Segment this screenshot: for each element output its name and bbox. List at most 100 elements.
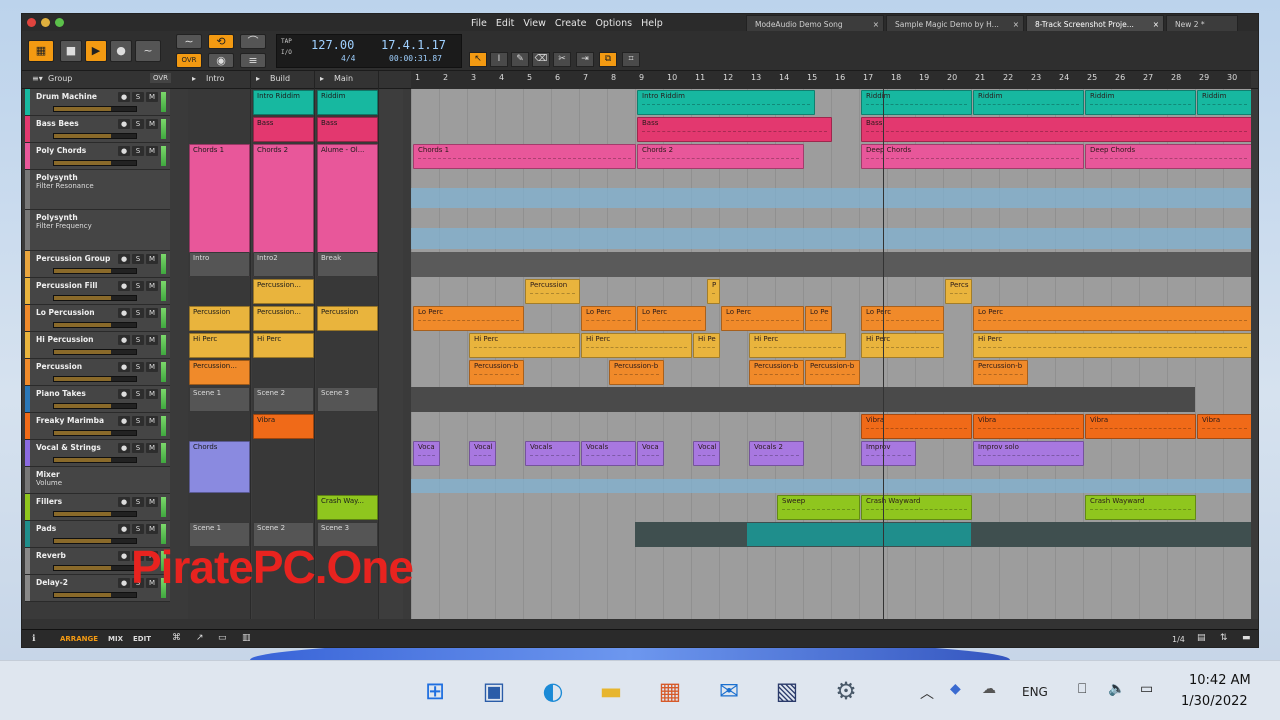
launcher-clip[interactable]: Intro Riddim [253,90,314,115]
arrangement-clip[interactable]: Percussion-b [749,360,804,385]
mute-button[interactable]: M [146,524,158,534]
mix-tab[interactable]: MIX [108,635,123,643]
time-signature[interactable]: 4/4 [341,54,355,63]
file-explorer-icon[interactable]: ▬ [595,675,627,707]
launcher-clip[interactable]: Scene 3 [317,387,378,412]
arrangement-clip[interactable]: Lo Pe [805,306,832,331]
launcher-clip[interactable]: Percussion [317,306,378,331]
arrangement-clip[interactable]: Crash Wayward [1085,495,1196,520]
arrangement-clip[interactable]: Crash Wayward [861,495,972,520]
launcher-clip[interactable]: Intro2 [253,252,314,277]
automation-icon[interactable]: ↗ [196,633,204,643]
volume-fader[interactable] [53,592,137,598]
arrangement-clip[interactable]: Hi Perc [861,333,944,358]
scene-header-build[interactable]: ▸ Build [252,71,315,89]
volume-fader[interactable] [53,538,137,544]
overdub-button[interactable]: OVR [176,53,202,68]
arrangement-clip[interactable]: Vocal [693,441,720,466]
record-arm-button[interactable]: ● [118,389,130,399]
snap-settings-icon[interactable]: ⇥ [576,52,594,67]
security-shield-icon[interactable]: ◆ [950,681,961,697]
volume-fader[interactable] [53,403,137,409]
header-ovr-button[interactable]: OVR [150,73,172,83]
arrangement-clip[interactable]: Voca [637,441,664,466]
group-summary-lane[interactable] [411,252,1251,277]
arrangement-clip[interactable]: Vocals [581,441,636,466]
arrangement-clip[interactable]: Sweep [777,495,860,520]
mixer-icon[interactable]: ▦ [28,40,54,62]
arrangement-clip[interactable]: Percussion [525,279,580,304]
settings-gear-icon[interactable]: ⚙ [830,675,862,707]
record-arm-button[interactable]: ● [118,416,130,426]
launcher-clip[interactable]: Chords [189,441,250,493]
arrangement-clip[interactable]: Chords 2 [637,144,804,169]
arrangement-clip[interactable]: Lo Perc [637,306,706,331]
solo-button[interactable]: S [132,119,144,129]
browser-icon[interactable]: ⌘ [172,633,181,643]
arrangement-clip[interactable]: Riddim [973,90,1084,115]
solo-button[interactable]: S [132,92,144,102]
track-header[interactable]: Poly Chords ● S M [25,143,170,170]
automation-lane[interactable] [411,228,1251,249]
solo-button[interactable]: S [132,443,144,453]
volume-fader[interactable] [53,295,137,301]
page-icon[interactable]: ▤ [1197,633,1206,643]
solo-button[interactable]: S [132,524,144,534]
volume-fader[interactable] [53,349,137,355]
solo-button[interactable]: S [132,416,144,426]
solo-button[interactable]: S [132,146,144,156]
arrangement-clip[interactable]: Vocals [525,441,580,466]
arrangement-clip[interactable]: Lo Perc [581,306,636,331]
tempo-value[interactable]: 127.00 [311,38,354,52]
mute-button[interactable]: M [146,335,158,345]
arrangement-clip[interactable]: Percussion-b [609,360,664,385]
record-arm-button[interactable]: ● [118,551,130,561]
automation-lane[interactable] [411,188,1251,208]
record-arm-button[interactable]: ● [118,578,130,588]
track-header[interactable]: Mixer Volume [25,467,170,494]
automation-lane[interactable] [411,479,1251,493]
arrangement-clip[interactable]: Vibra [973,414,1084,439]
track-header[interactable]: Piano Takes ● S M [25,386,170,413]
zoom-level[interactable]: 1/4 [1172,635,1185,644]
eraser-tool-icon[interactable]: ⌫ [532,52,550,67]
mute-button[interactable]: M [146,119,158,129]
arrangement-clip[interactable]: Percussion-b [973,360,1028,385]
arrangement-clip[interactable]: Intro Riddim [637,90,816,115]
mute-button[interactable]: M [146,443,158,453]
mute-button[interactable]: M [146,308,158,318]
solo-button[interactable]: S [132,308,144,318]
track-header[interactable]: Polysynth Filter Resonance [25,170,170,210]
record-arm-button[interactable]: ● [118,254,130,264]
time-select-tool-icon[interactable]: I [490,52,508,67]
language-indicator[interactable]: ENG [1022,685,1048,699]
arrangement-clip[interactable]: Vocal [469,441,496,466]
launcher-clip[interactable]: Percussion... [189,360,250,385]
arrangement-clip[interactable]: Vibra [1085,414,1196,439]
arrangement-clip[interactable]: Hi Perc [973,333,1251,358]
edge-icon[interactable]: ◐ [537,675,569,707]
edit-tab[interactable]: EDIT [133,635,151,643]
arrangement-clip[interactable]: Lo Perc [861,306,944,331]
snap-toggle-icon[interactable]: ⧉ [599,52,617,67]
launcher-clip[interactable]: Bass [253,117,314,142]
arrangement-clip[interactable]: Bass [861,117,1251,142]
arrangement-clip[interactable]: Percs [945,279,972,304]
mute-button[interactable]: M [146,281,158,291]
panel-icon[interactable]: ▬ [1242,633,1251,643]
grid-view-icon[interactable]: ▥ [242,633,251,643]
record-arm-button[interactable]: ● [118,146,130,156]
launcher-clip[interactable]: Percussion [189,306,250,331]
arrangement-clip[interactable]: Percussion-b [805,360,860,385]
volume-fader[interactable] [53,511,137,517]
play-button[interactable]: ▶ [85,40,107,62]
pads-clip[interactable] [747,523,971,546]
track-header[interactable]: Vocal & Strings ● S M [25,440,170,467]
record-arm-button[interactable]: ● [118,281,130,291]
arrangement-clip[interactable]: Vocals 2 [749,441,804,466]
timeline-ruler[interactable]: 1 2 3 4 5 6 7 8 9 10 11 12 13 14 15 16 17 18 19 20 21 22 23 24 2… [411,71,1251,89]
track-header[interactable]: Hi Percussion ● S M [25,332,170,359]
launcher-clip[interactable]: Vibra [253,414,314,439]
clock-date[interactable]: 1/30/2022 [1181,694,1248,709]
scene-header-main[interactable]: ▸ Main [316,71,379,89]
